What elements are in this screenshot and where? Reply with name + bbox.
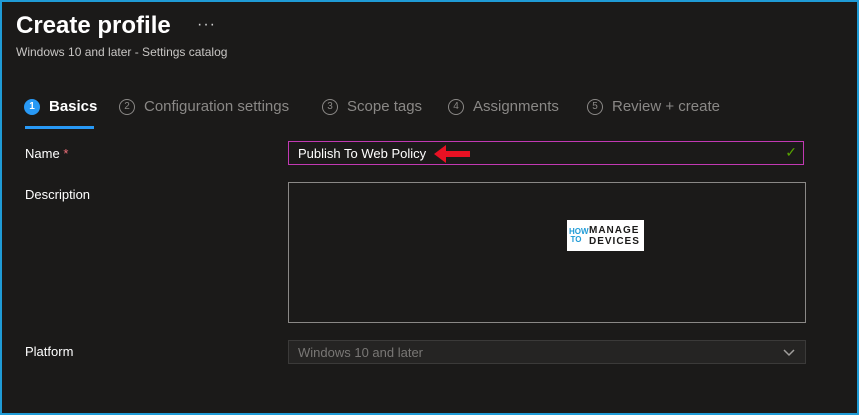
active-step-indicator bbox=[25, 126, 94, 129]
step-configuration-settings[interactable]: 2 Configuration settings bbox=[119, 98, 289, 115]
logo-to: TO bbox=[570, 234, 582, 244]
step-assignments[interactable]: 4 Assignments bbox=[448, 98, 559, 115]
platform-label: Platform bbox=[25, 344, 74, 359]
checkmark-icon: ✓ bbox=[785, 144, 797, 160]
description-label: Description bbox=[25, 187, 91, 202]
logo-devices: DEVICES bbox=[589, 235, 640, 247]
step-number: 1 bbox=[24, 98, 40, 115]
how-to-manage-devices-logo: HOW TO MANAGE DEVICES bbox=[567, 220, 644, 251]
step-review-create[interactable]: 5 Review + create bbox=[587, 98, 720, 115]
description-textarea[interactable] bbox=[288, 182, 806, 323]
step-label: Configuration settings bbox=[144, 98, 290, 115]
create-profile-pane: Create profile ··· Windows 10 and later … bbox=[0, 0, 859, 415]
step-number: 3 bbox=[322, 98, 338, 115]
step-label: Assignments bbox=[473, 98, 559, 115]
required-marker: * bbox=[63, 146, 69, 161]
step-number: 2 bbox=[119, 98, 135, 115]
chevron-down-icon bbox=[783, 345, 795, 360]
step-number: 5 bbox=[587, 98, 603, 115]
platform-value: Windows 10 and later bbox=[298, 345, 424, 360]
name-label: Name * bbox=[25, 146, 68, 161]
step-number: 4 bbox=[448, 98, 464, 115]
logo-howto: HOW TO bbox=[569, 227, 589, 244]
step-label: Scope tags bbox=[347, 98, 423, 115]
name-label-text: Name bbox=[25, 146, 60, 161]
page-subtitle: Windows 10 and later - Settings catalog bbox=[16, 45, 228, 59]
logo-manage: MANAGE bbox=[589, 224, 640, 236]
name-input-value: Publish To Web Policy bbox=[298, 146, 427, 161]
platform-dropdown: Windows 10 and later bbox=[288, 340, 806, 364]
page-title: Create profile bbox=[16, 12, 171, 39]
name-input[interactable]: Publish To Web Policy ✓ bbox=[288, 141, 804, 165]
red-arrow-annotation-icon bbox=[434, 145, 470, 163]
step-label: Review + create bbox=[612, 98, 720, 115]
more-options-button[interactable]: ··· bbox=[197, 16, 216, 34]
step-basics[interactable]: 1 Basics bbox=[24, 98, 97, 115]
step-scope-tags[interactable]: 3 Scope tags bbox=[322, 98, 422, 115]
step-label: Basics bbox=[49, 98, 98, 115]
logo-manage-devices: MANAGE DEVICES bbox=[589, 225, 640, 247]
